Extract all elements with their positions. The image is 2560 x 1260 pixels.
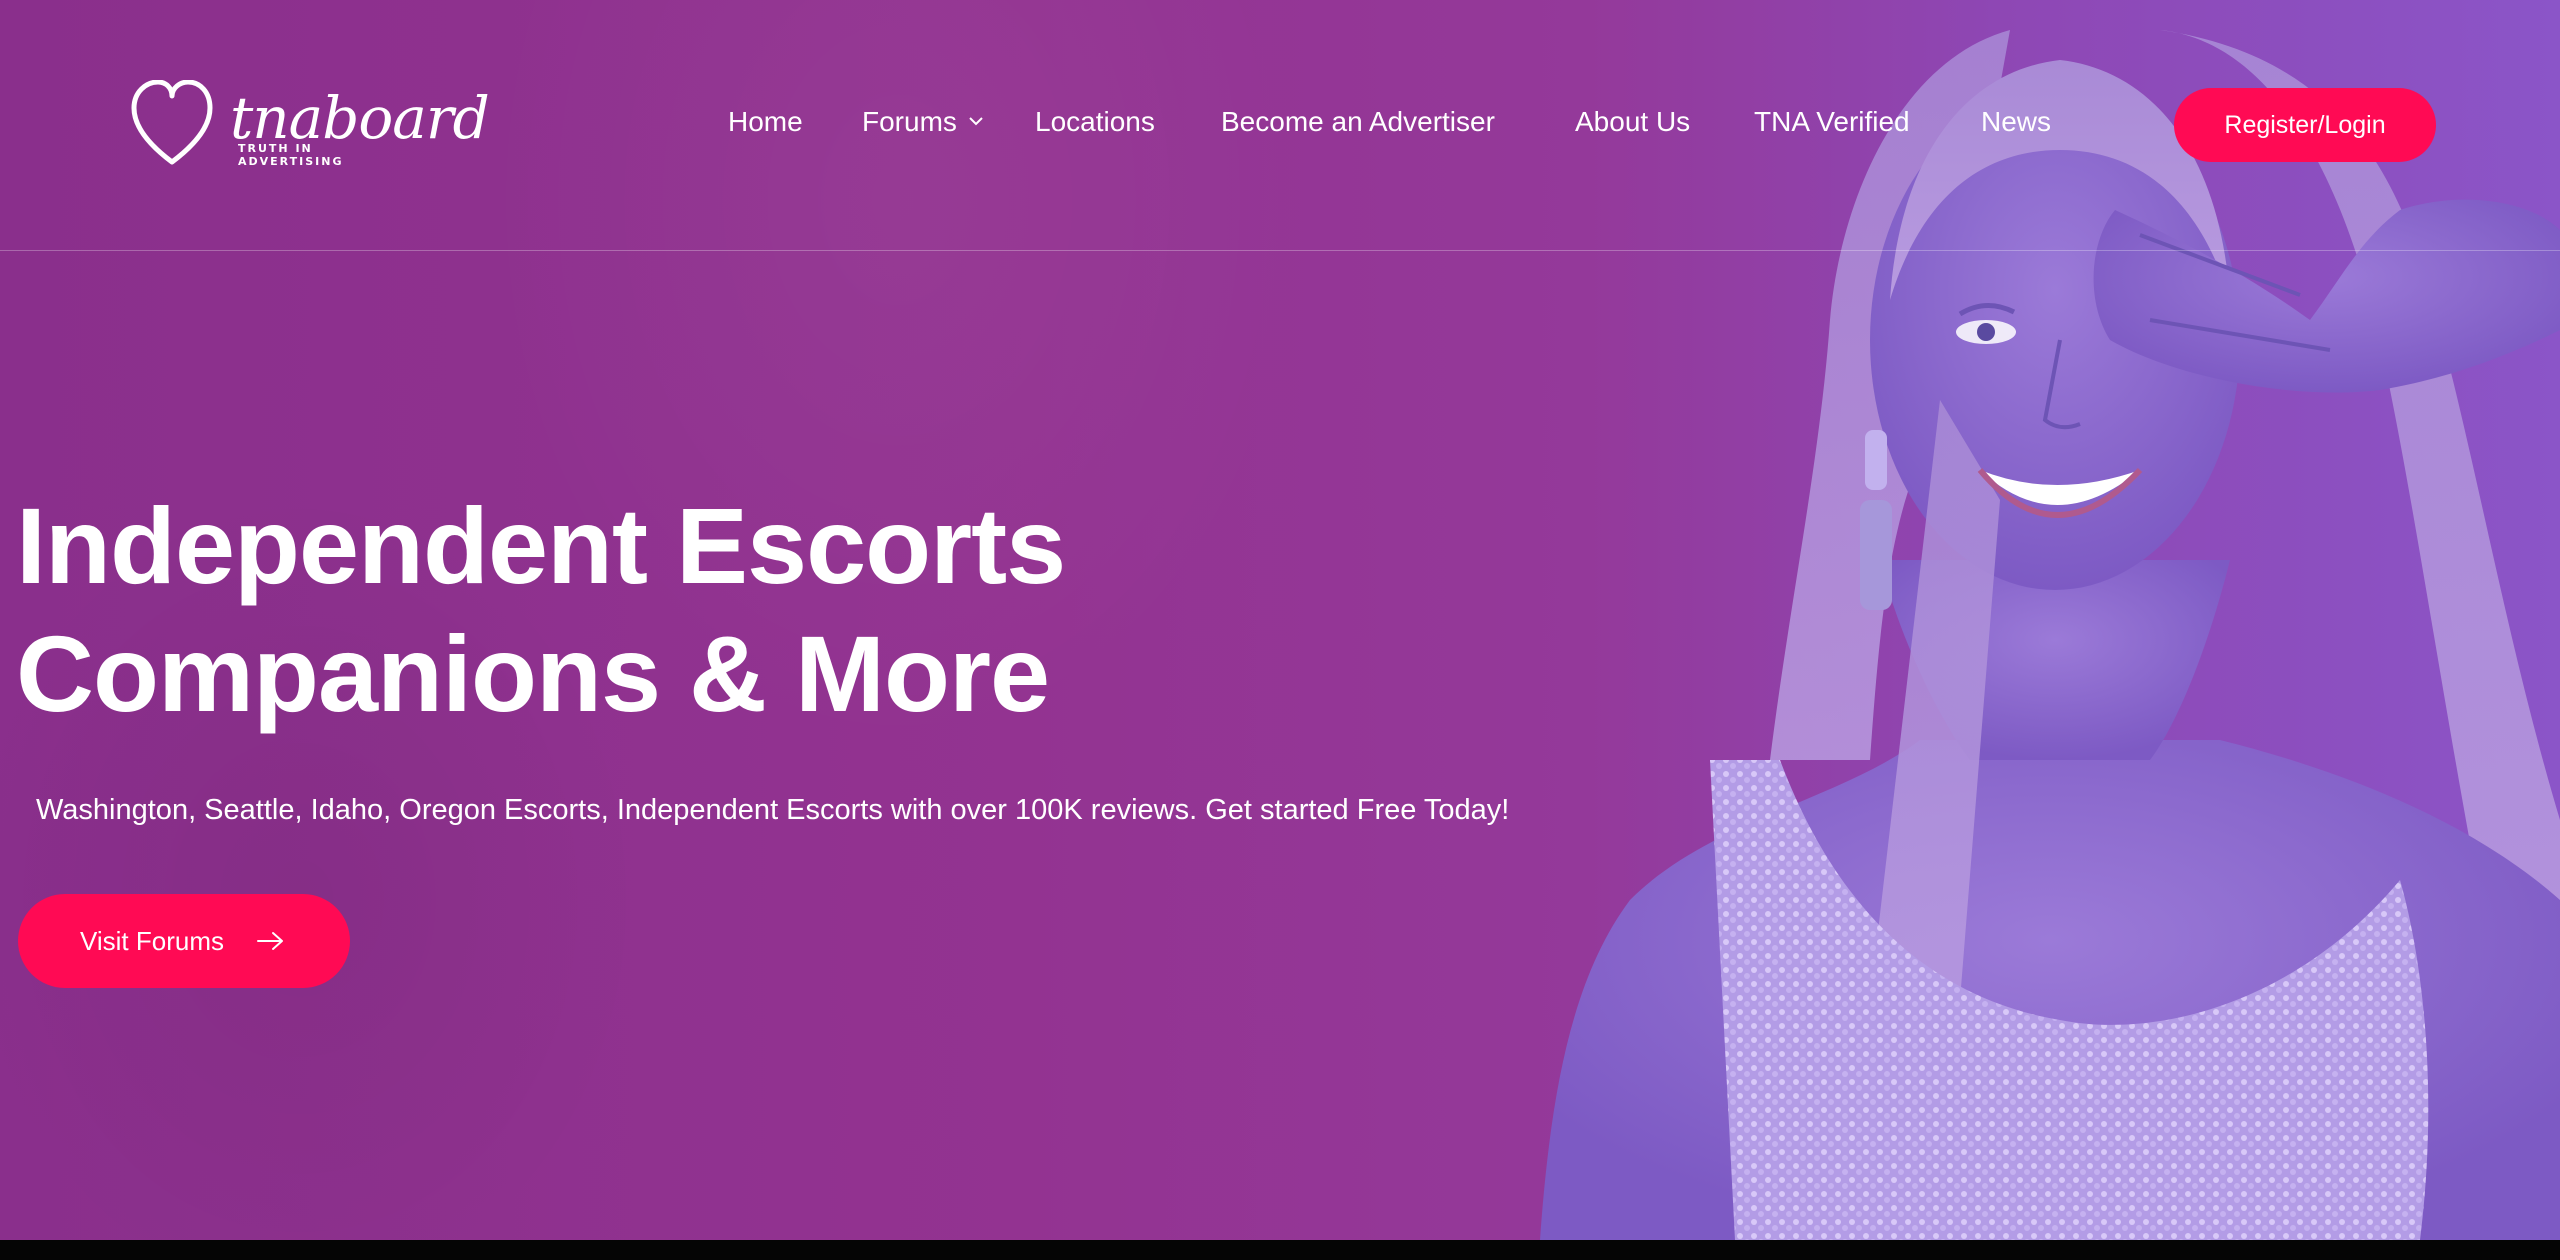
nav-locations[interactable]: Locations bbox=[1035, 106, 1155, 138]
hero-section: tnaboard TRUTH IN ADVERTISING Home Forum… bbox=[0, 0, 2560, 1240]
register-login-button[interactable]: Register/Login bbox=[2174, 88, 2436, 162]
nav-news[interactable]: News bbox=[1981, 106, 2051, 138]
nav-home[interactable]: Home bbox=[728, 106, 803, 138]
site-logo[interactable]: tnaboard TRUTH IN ADVERTISING bbox=[130, 78, 490, 170]
hero-headline: Independent Escorts Companions & More bbox=[16, 482, 1066, 738]
visit-forums-button[interactable]: Visit Forums bbox=[18, 894, 350, 988]
nav-become-advertiser[interactable]: Become an Advertiser bbox=[1221, 106, 1495, 138]
nav-tna-verified[interactable]: TNA Verified bbox=[1754, 106, 1910, 138]
hero-headline-line1: Independent Escorts bbox=[16, 485, 1066, 606]
hero-headline-line2: Companions & More bbox=[16, 613, 1050, 734]
site-header: tnaboard TRUTH IN ADVERTISING Home Forum… bbox=[0, 0, 2560, 251]
chevron-down-icon[interactable] bbox=[967, 115, 985, 127]
bottom-edge-strip bbox=[0, 1240, 2560, 1260]
nav-about-us[interactable]: About Us bbox=[1575, 106, 1690, 138]
nav-forums-label: Forums bbox=[862, 106, 957, 137]
nav-forums[interactable]: Forums bbox=[862, 106, 985, 138]
arrow-right-icon bbox=[256, 930, 286, 952]
logo-tagline: TRUTH IN ADVERTISING bbox=[238, 142, 344, 168]
visit-forums-label: Visit Forums bbox=[80, 925, 224, 956]
hero-subline: Washington, Seattle, Idaho, Oregon Escor… bbox=[36, 794, 1510, 826]
heart-outline-icon bbox=[131, 80, 213, 165]
